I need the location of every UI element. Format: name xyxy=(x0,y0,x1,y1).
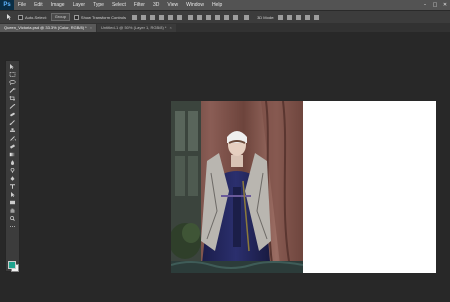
gradient-tool-icon[interactable] xyxy=(9,152,16,157)
menu-bar: Ps File Edit Image Layer Type Select Fil… xyxy=(0,0,450,10)
rectangle-tool-icon[interactable] xyxy=(9,200,16,205)
clone-stamp-tool-icon[interactable] xyxy=(9,128,16,133)
photoshop-logo[interactable]: Ps xyxy=(0,0,14,10)
menu-image[interactable]: Image xyxy=(47,0,69,10)
quick-select-tool-icon[interactable] xyxy=(9,88,16,93)
minimize-button[interactable]: – xyxy=(422,0,428,10)
show-transform-controls-checkbox[interactable]: Show Transform Controls xyxy=(73,14,127,20)
maximize-button[interactable]: □ xyxy=(432,0,438,10)
tab-label: Queen_Victoria.psd @ 33.3% (Color, RGB/8… xyxy=(4,25,87,30)
zoom-tool-icon[interactable] xyxy=(9,216,16,221)
tab-untitled-1[interactable]: Untitled-1 @ 50% (Layer 1, RGB/8) * × xyxy=(97,24,176,32)
queen-victoria-photo xyxy=(171,101,303,273)
close-tab-icon[interactable]: × xyxy=(90,25,92,30)
distribute-top-icon[interactable] xyxy=(188,14,194,20)
lasso-tool-icon[interactable] xyxy=(9,80,16,85)
tab-label: Untitled-1 @ 50% (Layer 1, RGB/8) * xyxy=(101,25,167,30)
auto-select-dropdown[interactable]: Group xyxy=(50,13,70,21)
dodge-tool-icon[interactable] xyxy=(9,168,16,173)
eraser-tool-icon[interactable] xyxy=(9,144,16,149)
align-bottom-icon[interactable] xyxy=(150,14,156,20)
tools-panel xyxy=(5,60,20,272)
path-selection-tool-icon[interactable] xyxy=(9,192,16,197)
align-top-icon[interactable] xyxy=(132,14,138,20)
3d-slide-icon[interactable] xyxy=(305,14,311,20)
close-tab-icon[interactable]: × xyxy=(169,25,171,30)
history-brush-tool-icon[interactable] xyxy=(9,136,16,141)
auto-select-label: Auto-Select: xyxy=(25,14,47,20)
healing-brush-tool-icon[interactable] xyxy=(9,112,16,117)
align-left-icon[interactable] xyxy=(159,14,165,20)
auto-align-icon[interactable] xyxy=(244,14,250,20)
type-tool-icon[interactable] xyxy=(9,184,16,189)
distribute-left-icon[interactable] xyxy=(215,14,221,20)
tab-queen-victoria[interactable]: Queen_Victoria.psd @ 33.3% (Color, RGB/8… xyxy=(0,24,97,32)
document-tabs: Queen_Victoria.psd @ 33.3% (Color, RGB/8… xyxy=(0,23,450,32)
brush-tool-icon[interactable] xyxy=(9,120,16,125)
more-tools-icon[interactable] xyxy=(9,224,16,229)
3d-mode-label: 3D Mode: xyxy=(257,14,275,20)
move-tool-icon[interactable] xyxy=(9,64,16,69)
menu-help[interactable]: Help xyxy=(208,0,226,10)
hand-tool-icon[interactable] xyxy=(9,208,16,213)
marquee-tool-icon[interactable] xyxy=(9,72,16,77)
eyedropper-tool-icon[interactable] xyxy=(9,104,16,109)
portrait-image xyxy=(171,101,303,273)
distribute-bottom-icon[interactable] xyxy=(206,14,212,20)
blur-tool-icon[interactable] xyxy=(9,160,16,165)
align-right-icon[interactable] xyxy=(177,14,183,20)
move-icon xyxy=(7,14,11,20)
window-controls: – □ ✕ xyxy=(422,0,448,10)
show-transform-controls-label: Show Transform Controls xyxy=(80,14,127,20)
menu-view[interactable]: View xyxy=(163,0,182,10)
align-hcenter-icon[interactable] xyxy=(168,14,174,20)
auto-select-value: Group xyxy=(50,13,70,21)
menu-type[interactable]: Type xyxy=(89,0,108,10)
checkbox-icon xyxy=(73,14,79,20)
close-button[interactable]: ✕ xyxy=(442,0,448,10)
pen-tool-icon[interactable] xyxy=(9,176,16,181)
menu-layer[interactable]: Layer xyxy=(69,0,90,10)
align-vcenter-icon[interactable] xyxy=(141,14,147,20)
options-bar: Auto-Select: Group Show Transform Contro… xyxy=(0,10,450,24)
menu-select[interactable]: Select xyxy=(108,0,130,10)
distribute-right-icon[interactable] xyxy=(233,14,239,20)
3d-scale-icon[interactable] xyxy=(314,14,320,20)
distribute-vcenter-icon[interactable] xyxy=(197,14,203,20)
menu-edit[interactable]: Edit xyxy=(30,0,47,10)
3d-rotate-icon[interactable] xyxy=(278,14,284,20)
checkbox-icon xyxy=(18,14,23,20)
move-tool-preset-icon[interactable] xyxy=(6,14,14,20)
crop-tool-icon[interactable] xyxy=(9,96,16,101)
menu-window[interactable]: Window xyxy=(182,0,208,10)
distribute-hcenter-icon[interactable] xyxy=(224,14,230,20)
3d-roll-icon[interactable] xyxy=(287,14,293,20)
menu-3d[interactable]: 3D xyxy=(149,0,163,10)
3d-drag-icon[interactable] xyxy=(296,14,302,20)
menu-filter[interactable]: Filter xyxy=(130,0,149,10)
foreground-color-swatch[interactable] xyxy=(8,261,16,269)
document-canvas[interactable] xyxy=(171,101,436,273)
auto-select-checkbox[interactable]: Auto-Select: xyxy=(18,14,47,20)
menu-file[interactable]: File xyxy=(14,0,30,10)
